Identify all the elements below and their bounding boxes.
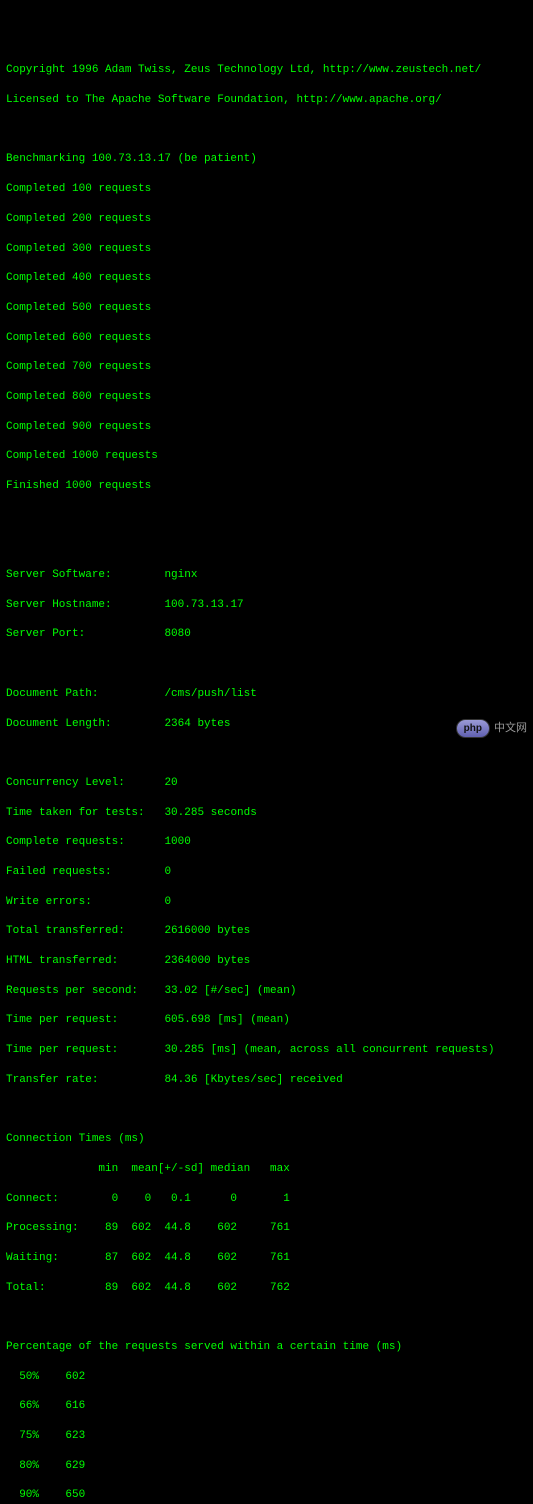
value: 33.02 [#/sec] (mean) (164, 985, 296, 997)
label: Time taken for tests: (6, 807, 145, 819)
blank (6, 509, 527, 524)
blank (6, 1310, 527, 1325)
progress-line: Completed 200 requests (6, 212, 527, 227)
label: Time per request: (6, 1044, 118, 1056)
benchmark-intro: Benchmarking 100.73.13.17 (be patient) (6, 152, 527, 167)
value: 2364000 bytes (164, 955, 250, 967)
transfer-rate: Transfer rate: 84.36 [Kbytes/sec] receiv… (6, 1073, 527, 1088)
percentile-row: 50% 602 (6, 1370, 527, 1385)
requests-per-second: Requests per second: 33.02 [#/sec] (mean… (6, 984, 527, 999)
progress-line: Completed 400 requests (6, 271, 527, 286)
license-line: Licensed to The Apache Software Foundati… (6, 93, 527, 108)
value: /cms/push/list (164, 688, 256, 700)
progress-line: Completed 1000 requests (6, 449, 527, 464)
label: HTML transferred: (6, 955, 118, 967)
value: 0 (164, 896, 171, 908)
copyright-line: Copyright 1996 Adam Twiss, Zeus Technolo… (6, 63, 527, 78)
progress-line: Completed 600 requests (6, 331, 527, 346)
label: Document Length: (6, 718, 112, 730)
value: 0 (164, 866, 171, 878)
value: 2364 bytes (164, 718, 230, 730)
value: 20 (164, 777, 177, 789)
blank (6, 746, 527, 761)
label: Failed requests: (6, 866, 112, 878)
label: Transfer rate: (6, 1074, 98, 1086)
document-path: Document Path: /cms/push/list (6, 687, 527, 702)
server-hostname: Server Hostname: 100.73.13.17 (6, 598, 527, 613)
label: Complete requests: (6, 836, 125, 848)
total-transferred: Total transferred: 2616000 bytes (6, 924, 527, 939)
value: 30.285 [ms] (mean, across all concurrent… (164, 1044, 494, 1056)
value: 1000 (164, 836, 190, 848)
label: Time per request: (6, 1014, 118, 1026)
progress-line: Completed 900 requests (6, 420, 527, 435)
value: nginx (164, 569, 197, 581)
value: 100.73.13.17 (164, 599, 243, 611)
value: 605.698 [ms] (mean) (164, 1014, 289, 1026)
progress-line: Completed 800 requests (6, 390, 527, 405)
progress-line: Completed 500 requests (6, 301, 527, 316)
failed-requests: Failed requests: 0 (6, 865, 527, 880)
progress-line: Finished 1000 requests (6, 479, 527, 494)
value: 30.285 seconds (164, 807, 256, 819)
time-taken: Time taken for tests: 30.285 seconds (6, 806, 527, 821)
connection-processing: Processing: 89 602 44.8 602 761 (6, 1221, 527, 1236)
html-transferred: HTML transferred: 2364000 bytes (6, 954, 527, 969)
progress-line: Completed 100 requests (6, 182, 527, 197)
label: Server Port: (6, 628, 85, 640)
label: Server Hostname: (6, 599, 112, 611)
concurrency: Concurrency Level: 20 (6, 776, 527, 791)
connection-waiting: Waiting: 87 602 44.8 602 761 (6, 1251, 527, 1266)
blank (6, 538, 527, 553)
connection-times-header: min mean[+/-sd] median max (6, 1162, 527, 1177)
connection-connect: Connect: 0 0 0.1 0 1 (6, 1192, 527, 1207)
label: Write errors: (6, 896, 92, 908)
label: Document Path: (6, 688, 98, 700)
percentile-row: 80% 629 (6, 1459, 527, 1474)
percentiles-title: Percentage of the requests served within… (6, 1340, 527, 1355)
progress-line: Completed 700 requests (6, 360, 527, 375)
label: Concurrency Level: (6, 777, 125, 789)
value: 84.36 [Kbytes/sec] received (164, 1074, 342, 1086)
blank (6, 123, 527, 138)
connection-times-title: Connection Times (ms) (6, 1132, 527, 1147)
watermark-text: 中文网 (494, 721, 527, 736)
document-length: Document Length: 2364 bytes (6, 717, 527, 732)
blank (6, 1102, 527, 1117)
write-errors: Write errors: 0 (6, 895, 527, 910)
label: Server Software: (6, 569, 112, 581)
time-per-request-2: Time per request: 30.285 [ms] (mean, acr… (6, 1043, 527, 1058)
php-badge-icon: php (456, 719, 490, 739)
percentile-row: 90% 650 (6, 1488, 527, 1503)
value: 8080 (164, 628, 190, 640)
server-software: Server Software: nginx (6, 568, 527, 583)
label: Requests per second: (6, 985, 138, 997)
progress-line: Completed 300 requests (6, 242, 527, 257)
connection-total: Total: 89 602 44.8 602 762 (6, 1281, 527, 1296)
value: 2616000 bytes (164, 925, 250, 937)
server-port: Server Port: 8080 (6, 627, 527, 642)
label: Total transferred: (6, 925, 125, 937)
complete-requests: Complete requests: 1000 (6, 835, 527, 850)
blank (6, 657, 527, 672)
percentile-row: 75% 623 (6, 1429, 527, 1444)
time-per-request-1: Time per request: 605.698 [ms] (mean) (6, 1013, 527, 1028)
watermark: php 中文网 (456, 719, 527, 739)
percentile-row: 66% 616 (6, 1399, 527, 1414)
